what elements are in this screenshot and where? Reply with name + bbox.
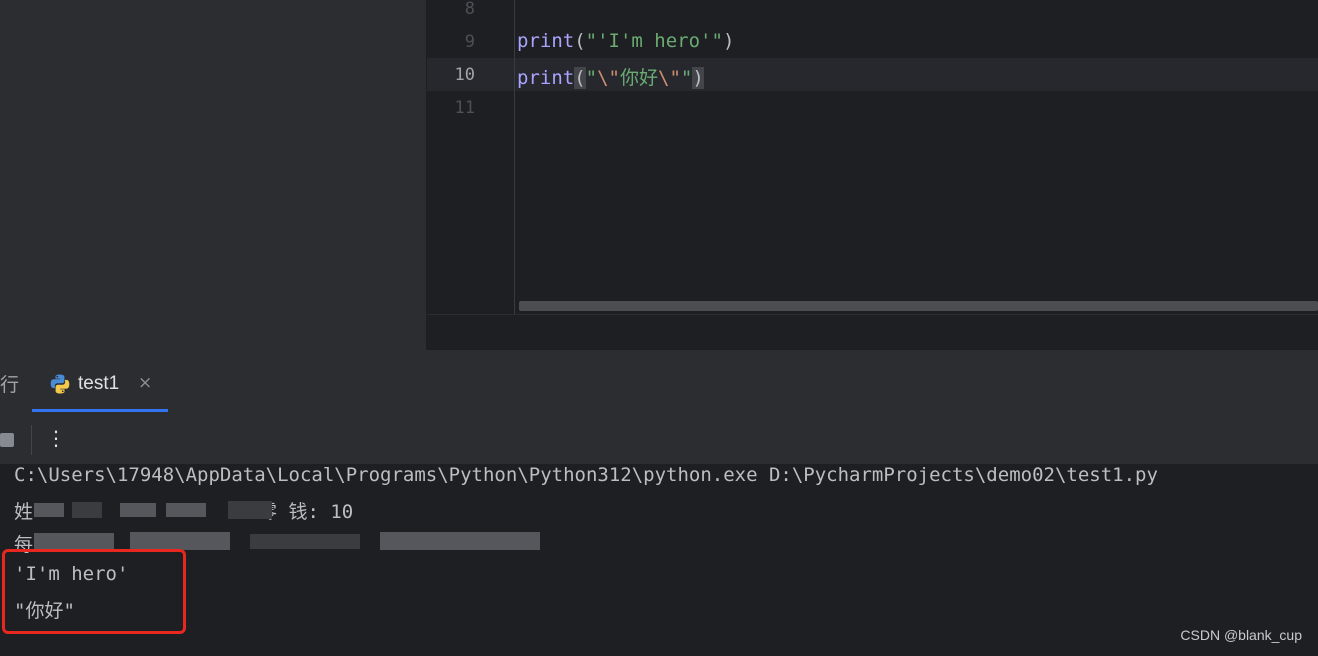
tab-test1[interactable]: test1 ×	[32, 352, 168, 414]
code-token: "'I'm hero'"	[585, 30, 723, 52]
code-line-10[interactable]: print("\"你好\"")	[517, 63, 704, 90]
code-editor[interactable]: 8 9 10 11 print("'I'm hero'") print("\"你…	[427, 0, 1318, 314]
redacted-text	[34, 533, 114, 550]
code-token: "	[585, 67, 598, 89]
code-token: "	[680, 67, 693, 89]
tab-previous[interactable]: 行	[0, 370, 19, 397]
annotation-highlight-box	[2, 549, 186, 634]
redacted-text	[166, 503, 206, 517]
redacted-text	[380, 532, 540, 550]
close-icon[interactable]: ×	[138, 373, 152, 393]
editor-status-area	[427, 314, 1318, 351]
line-number: 11	[454, 98, 475, 118]
code-line-9[interactable]: print("'I'm hero'")	[517, 30, 734, 52]
code-token: print	[517, 67, 575, 89]
stop-icon[interactable]	[0, 433, 14, 447]
line-number: 9	[464, 32, 475, 52]
redacted-text	[34, 503, 64, 517]
code-token: (	[574, 67, 586, 89]
line-number-gutter: 8 9 10 11	[427, 0, 515, 314]
redacted-text	[250, 534, 360, 549]
line-number: 8	[464, 0, 475, 19]
line-number: 10	[454, 65, 475, 85]
code-token: 你好	[620, 67, 659, 89]
code-token: print	[517, 30, 575, 52]
watermark: CSDN @blank_cup	[1180, 627, 1302, 643]
tab-label: test1	[78, 373, 120, 394]
code-token: )	[722, 30, 735, 52]
redacted-text	[228, 501, 272, 519]
console-line-start: 姓	[14, 501, 34, 523]
redacted-text	[130, 532, 230, 550]
gutter-divider	[514, 0, 515, 314]
toolbar-separator	[31, 425, 32, 455]
more-options-icon[interactable]: ⋮	[46, 426, 66, 450]
python-icon	[50, 374, 70, 394]
horizontal-scrollbar[interactable]	[519, 301, 1318, 311]
run-tab-bar: 行 test1 ×	[0, 352, 1318, 415]
code-token: \"	[597, 67, 620, 89]
code-token: \"	[658, 67, 681, 89]
project-panel	[0, 0, 427, 350]
redacted-text	[72, 502, 102, 518]
code-token: )	[692, 67, 704, 89]
active-tab-indicator	[32, 409, 168, 412]
console-output[interactable]	[0, 464, 1318, 656]
redacted-text	[120, 503, 156, 517]
console-command-line: C:\Users\17948\AppData\Local\Programs\Py…	[14, 464, 1158, 486]
run-toolbar	[0, 414, 1318, 464]
code-token: (	[574, 30, 586, 52]
console-line-end: 零 钱: 10	[258, 501, 354, 523]
